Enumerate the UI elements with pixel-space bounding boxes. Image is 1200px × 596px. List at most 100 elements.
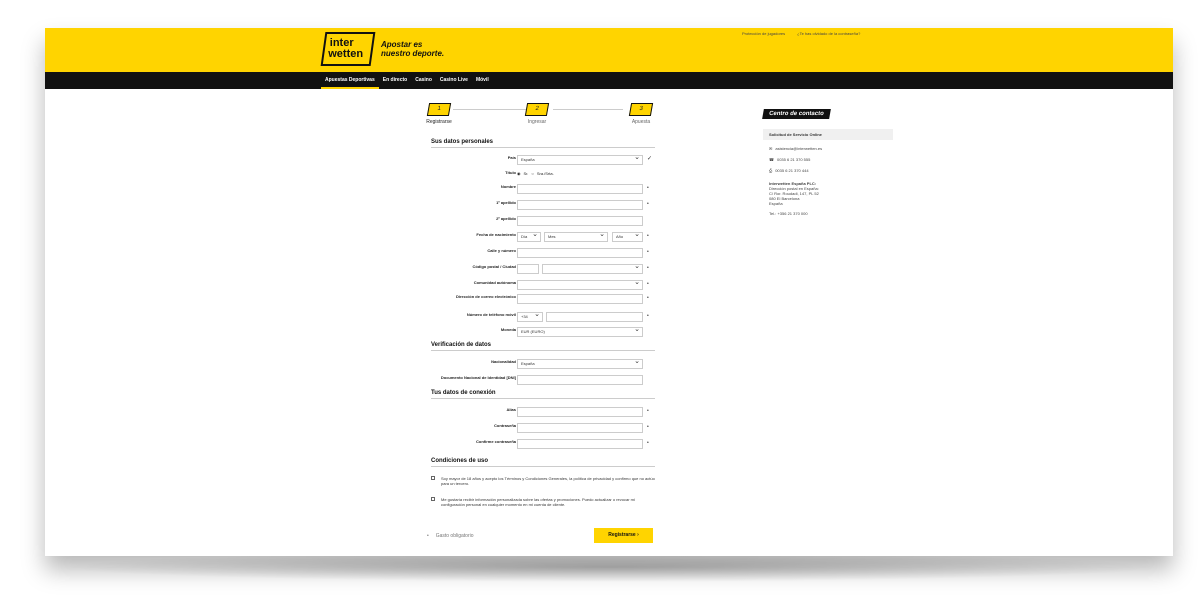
required-dot-icon: • bbox=[647, 408, 649, 414]
alias-label: Alias bbox=[506, 407, 516, 412]
required-dot-icon: • bbox=[647, 281, 649, 287]
step-1: 1 Registrarse bbox=[423, 103, 455, 125]
row-email: Dirección de correo electrónico • bbox=[431, 294, 655, 304]
nav-item-sports[interactable]: Apuestas Deportivas bbox=[321, 72, 379, 89]
row-comunidad: Comunidad autónoma • bbox=[431, 279, 655, 290]
nav-item-live[interactable]: En directo bbox=[379, 72, 411, 89]
help-text: • Gasto obligatorio bbox=[427, 533, 474, 539]
section-connection-title: Tus datos de conexión bbox=[431, 390, 655, 399]
contact-tel: Tel.: +356 21 370 000 bbox=[769, 211, 808, 216]
contact-phone-row: ☎ 0035 6 21 370 555 bbox=[763, 157, 893, 162]
nav-item-mobile[interactable]: Móvil bbox=[472, 72, 493, 89]
terms-item-1: Soy mayor de 18 años y acepto los Términ… bbox=[431, 476, 655, 486]
pais-select[interactable]: España bbox=[517, 154, 643, 165]
terms-checkbox[interactable] bbox=[431, 476, 435, 480]
top-links: Protección de jugadores ¿Te has olvidado… bbox=[742, 31, 860, 36]
step-3: 3 Apuesta bbox=[625, 103, 657, 125]
step-1-flag: 1 bbox=[426, 103, 452, 116]
fecha-dia-select[interactable]: Día bbox=[517, 231, 541, 242]
row-contrasena: Contraseña • bbox=[431, 423, 655, 433]
row-titulo: Título ◉ Sr. ○ Sra./Srta. bbox=[431, 170, 655, 180]
comunidad-label: Comunidad autónoma bbox=[473, 280, 516, 285]
section-personal-title: Sus datos personales bbox=[431, 139, 655, 148]
radio-sr-icon[interactable]: ◉ bbox=[517, 170, 521, 178]
row-nombre: Nombre • bbox=[431, 184, 655, 194]
page-shadow bbox=[60, 552, 1160, 582]
site-header: inter wetten Apostar es nuestro deporte.… bbox=[45, 28, 1173, 72]
contrasena-input[interactable] bbox=[517, 423, 643, 433]
calle-label: Calle y número bbox=[487, 248, 516, 253]
nav-items: Apuestas Deportivas En directo Casino Ca… bbox=[321, 72, 493, 89]
logo-box: inter wetten bbox=[320, 32, 376, 66]
required-dot-icon: • bbox=[647, 233, 649, 239]
radio-sra-icon[interactable]: ○ bbox=[531, 170, 533, 178]
cp-label: Código postal / Ciudad bbox=[472, 264, 516, 269]
logo-text-bottom: wetten bbox=[328, 48, 364, 60]
required-dot-icon: • bbox=[647, 201, 649, 207]
contact-email[interactable]: asistencia@interwetten.es bbox=[775, 146, 822, 151]
apellido1-input[interactable] bbox=[517, 200, 643, 210]
contact-email-row: ✉ asistencia@interwetten.es bbox=[763, 146, 893, 151]
terms-item-2: Me gustaría recibir información personal… bbox=[431, 497, 655, 507]
nav-item-casino-live[interactable]: Casino Live bbox=[436, 72, 472, 89]
alias-input[interactable] bbox=[517, 407, 643, 417]
contact-title: Centro de contacto bbox=[762, 109, 831, 119]
required-dot-icon: • bbox=[647, 265, 649, 271]
row-pais: País España ✓ bbox=[431, 154, 655, 165]
tagline-line-1: Apostar es bbox=[381, 40, 423, 49]
movil-label: Número de teléfono móvil bbox=[466, 312, 516, 317]
terms-text: Soy mayor de 18 años y acepto los Términ… bbox=[441, 476, 655, 486]
pais-label: País bbox=[507, 155, 516, 160]
row-cp: Código postal / Ciudad • bbox=[431, 263, 655, 274]
calle-input[interactable] bbox=[517, 248, 643, 258]
forgot-password-link[interactable]: ¿Te has olvidado de la contraseña? bbox=[797, 31, 860, 36]
contact-phone: 0035 6 21 370 555 bbox=[776, 157, 811, 162]
email-input[interactable] bbox=[517, 294, 643, 304]
fax-icon: ⎙ bbox=[769, 168, 773, 173]
register-button[interactable]: Registrarse › bbox=[594, 528, 653, 543]
titulo-label: Título bbox=[505, 170, 516, 175]
radio-sr-label: Sr. bbox=[523, 171, 529, 176]
contact-address: Interwetten España PLC: Dirección postal… bbox=[763, 181, 893, 216]
radio-sra-label: Sra./Srta. bbox=[536, 171, 554, 176]
row-movil: Número de teléfono móvil +34 • bbox=[431, 311, 655, 322]
nombre-input[interactable] bbox=[517, 184, 643, 194]
fecha-anio-select[interactable]: Año bbox=[612, 231, 643, 242]
tagline-line-2: nuestro deporte. bbox=[381, 49, 445, 58]
main-nav: Apuestas Deportivas En directo Casino Ca… bbox=[45, 72, 1173, 89]
nav-item-casino[interactable]: Casino bbox=[411, 72, 436, 89]
moneda-select[interactable]: EUR (EURO) bbox=[517, 326, 643, 337]
contact-center: Centro de contacto Solicitud de Servicio… bbox=[762, 102, 893, 216]
step-3-flag: 3 bbox=[628, 103, 654, 116]
row-dni: Documento Nacional de Identidad [DNI] bbox=[431, 375, 655, 385]
required-dot-icon: • bbox=[647, 440, 649, 446]
fecha-mes-select[interactable]: Mes bbox=[544, 231, 608, 242]
phone-icon: ☎ bbox=[769, 157, 774, 162]
cp-input[interactable] bbox=[517, 264, 539, 274]
row-moneda: Moneda EUR (EURO) bbox=[431, 326, 655, 337]
marketing-checkbox[interactable] bbox=[431, 497, 435, 501]
moneda-label: Moneda bbox=[500, 327, 516, 332]
dni-input[interactable] bbox=[517, 375, 643, 385]
online-service-request[interactable]: Solicitud de Servicio Online bbox=[763, 129, 893, 140]
mail-icon: ✉ bbox=[769, 146, 773, 151]
interwetten-logo[interactable]: inter wetten Apostar es nuestro deporte. bbox=[320, 32, 445, 66]
contact-fax-row: ⎙ 0035 6 21 370 444 bbox=[763, 168, 893, 173]
apellido2-input[interactable] bbox=[517, 216, 643, 226]
step-2: 2 Ingresar bbox=[521, 103, 553, 125]
player-protection-link[interactable]: Protección de jugadores bbox=[742, 31, 785, 36]
nacionalidad-select[interactable]: España bbox=[517, 358, 643, 369]
step-1-label: Registrarse bbox=[426, 119, 452, 125]
movil-input[interactable] bbox=[546, 312, 643, 322]
nacionalidad-label: Nacionalidad bbox=[491, 359, 516, 364]
row-apellido2: 2º apellido bbox=[431, 216, 655, 226]
address-line-4: España bbox=[769, 201, 783, 206]
movil-prefix-select[interactable]: +34 bbox=[517, 311, 543, 322]
confirme-input[interactable] bbox=[517, 439, 643, 449]
step-2-label: Ingresar bbox=[527, 119, 547, 125]
required-dot-icon: • bbox=[647, 424, 649, 430]
ciudad-select[interactable] bbox=[542, 263, 643, 274]
contrasena-label: Contraseña bbox=[493, 423, 516, 428]
required-dot-icon: • bbox=[647, 295, 649, 301]
comunidad-select[interactable] bbox=[517, 279, 643, 290]
